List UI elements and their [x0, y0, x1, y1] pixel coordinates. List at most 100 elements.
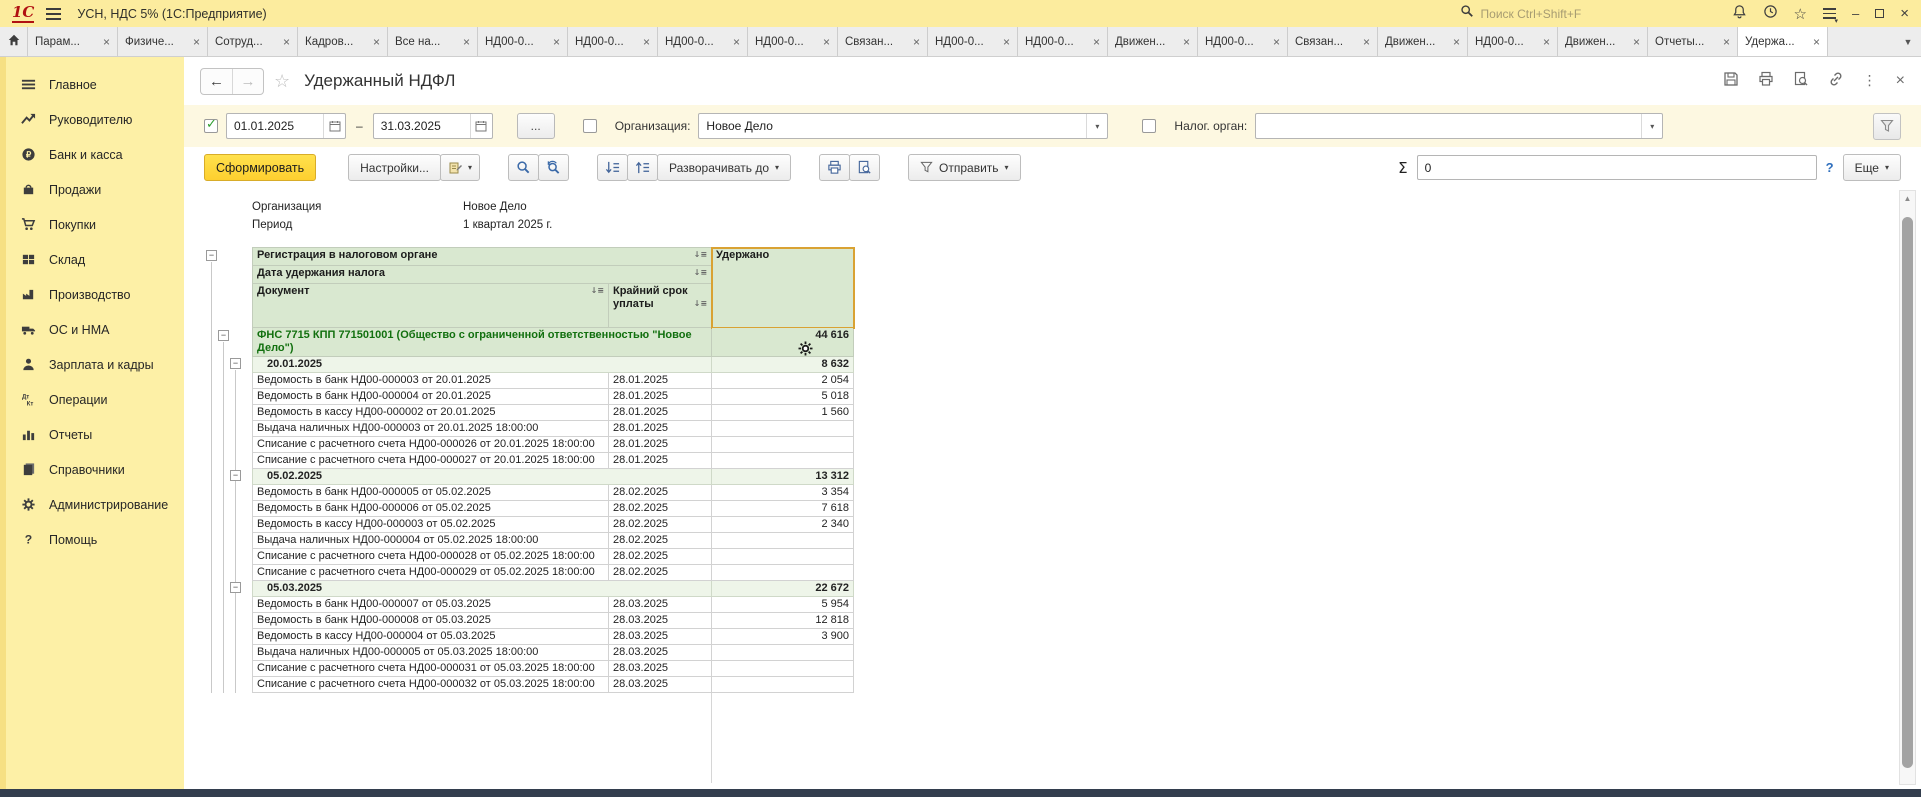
report-cell-deadline[interactable]: 28.01.2025	[609, 421, 712, 437]
tab-4[interactable]: Кадров...×	[298, 27, 388, 56]
report-cell-withheld[interactable]: 5 954	[712, 597, 854, 613]
document-row[interactable]: Ведомость в банк НД00-000004 от 20.01.20…	[253, 389, 854, 405]
tab-18[interactable]: Движен...×	[1558, 27, 1648, 56]
tab-2[interactable]: Физиче...×	[118, 27, 208, 56]
expand-report-header[interactable]: −	[206, 250, 217, 261]
expand-date-group[interactable]: −	[230, 582, 241, 593]
chevron-down-icon[interactable]: ▾	[1086, 114, 1107, 138]
document-row[interactable]: Списание с расчетного счета НД00-000026 …	[253, 437, 854, 453]
tab-9[interactable]: НД00-0...×	[748, 27, 838, 56]
minimize-icon[interactable]: –	[1852, 6, 1859, 21]
report-cell-deadline[interactable]: 28.03.2025	[609, 597, 712, 613]
report-cell-deadline[interactable]: 28.01.2025	[609, 389, 712, 405]
document-row[interactable]: Ведомость в банк НД00-000006 от 05.02.20…	[253, 501, 854, 517]
document-row[interactable]: Ведомость в банк НД00-000003 от 20.01.20…	[253, 373, 854, 389]
tax-office-checkbox[interactable]	[1142, 119, 1156, 133]
expand-tax-office-group[interactable]: −	[218, 330, 229, 341]
report-cell-withheld[interactable]: 3 354	[712, 485, 854, 501]
report-cell-withheld[interactable]: 2 054	[712, 373, 854, 389]
tab-close-icon[interactable]: ×	[1183, 35, 1190, 49]
sidebar-item-person[interactable]: Зарплата и кадры	[0, 347, 184, 382]
report-cell-withheld[interactable]	[712, 533, 854, 549]
sidebar-item-gear[interactable]: Администрирование	[0, 487, 184, 522]
report-cell-withheld[interactable]	[712, 453, 854, 469]
document-row[interactable]: Выдача наличных НД00-000003 от 20.01.202…	[253, 421, 854, 437]
tab-close-icon[interactable]: ×	[1633, 35, 1640, 49]
tab-6[interactable]: НД00-0...×	[478, 27, 568, 56]
document-row[interactable]: Списание с расчетного счета НД00-000029 …	[253, 565, 854, 581]
column-header-withheld-selected-cell[interactable]: Удержано	[712, 248, 854, 328]
tab-3[interactable]: Сотруд...×	[208, 27, 298, 56]
tab-close-icon[interactable]: ×	[1453, 35, 1460, 49]
chevron-down-icon[interactable]: ▾	[1641, 114, 1662, 138]
help-icon[interactable]: ?	[1826, 160, 1834, 175]
tab-close-icon[interactable]: ×	[643, 35, 650, 49]
sidebar-item-warehouse[interactable]: Склад	[0, 242, 184, 277]
period-checkbox[interactable]	[204, 119, 218, 133]
more-actions-icon[interactable]: ⋮	[1863, 73, 1877, 89]
report-cell-document[interactable]: Выдача наличных НД00-000004 от 05.02.202…	[253, 533, 609, 549]
tax-office-group-row[interactable]: ФНС 7715 КПП 771501001 (Общество с огран…	[253, 328, 854, 357]
report-cell-deadline[interactable]: 28.01.2025	[609, 453, 712, 469]
date-group-total[interactable]: 8 632	[712, 357, 854, 373]
get-link-icon[interactable]	[1828, 71, 1844, 92]
report-cell-document[interactable]: Списание с расчетного счета НД00-000031 …	[253, 661, 609, 677]
main-menu-icon[interactable]	[46, 8, 61, 20]
report-cell-document[interactable]: Ведомость в банк НД00-000007 от 05.03.20…	[253, 597, 609, 613]
tab-close-icon[interactable]: ×	[1093, 35, 1100, 49]
report-cell-document[interactable]: Ведомость в банк НД00-000008 от 05.03.20…	[253, 613, 609, 629]
date-group-row[interactable]: 05.02.202513 312	[253, 469, 854, 485]
close-form-icon[interactable]: ×	[1896, 72, 1905, 90]
tab-close-icon[interactable]: ×	[1543, 35, 1550, 49]
filters-button[interactable]	[1873, 113, 1901, 140]
report-cell-withheld[interactable]	[712, 661, 854, 677]
sidebar-item-menu[interactable]: Главное	[0, 67, 184, 102]
forward-button[interactable]: →	[232, 69, 263, 94]
sidebar-item-truck[interactable]: ОС и НМА	[0, 312, 184, 347]
tab-10[interactable]: Связан...×	[838, 27, 928, 56]
column-header-registration[interactable]: Регистрация в налоговом органе↓≡	[253, 248, 712, 266]
document-row[interactable]: Ведомость в кассу НД00-000003 от 05.02.2…	[253, 517, 854, 533]
tab-close-icon[interactable]: ×	[103, 35, 110, 49]
sidebar-item-help[interactable]: ?Помощь	[0, 522, 184, 557]
tab-5[interactable]: Все на...×	[388, 27, 478, 56]
sidebar-item-ruble[interactable]: ₽Банк и касса	[0, 137, 184, 172]
tab-close-icon[interactable]: ×	[193, 35, 200, 49]
favorites-star-icon[interactable]: ☆	[1794, 5, 1807, 23]
report-cell-deadline[interactable]: 28.02.2025	[609, 517, 712, 533]
print-preview-button[interactable]	[849, 154, 880, 181]
period-to-field[interactable]: 31.03.2025	[373, 113, 493, 139]
tax-office-group-label[interactable]: ФНС 7715 КПП 771501001 (Общество с огран…	[253, 328, 712, 357]
notifications-bell-icon[interactable]	[1732, 4, 1747, 24]
scroll-up-icon[interactable]: ▲	[1900, 194, 1915, 203]
column-header-deadline[interactable]: Крайний срок уплаты↓≡	[609, 284, 712, 328]
tab-close-icon[interactable]: ×	[283, 35, 290, 49]
tax-office-group-total[interactable]: 44 616	[712, 328, 854, 357]
tab-close-icon[interactable]: ×	[823, 35, 830, 49]
report-cell-deadline[interactable]: 28.03.2025	[609, 677, 712, 693]
tab-close-icon[interactable]: ×	[913, 35, 920, 49]
save-icon[interactable]	[1723, 71, 1739, 92]
report-cell-document[interactable]: Списание с расчетного счета НД00-000032 …	[253, 677, 609, 693]
tab-12[interactable]: НД00-0...×	[1018, 27, 1108, 56]
report-cell-deadline[interactable]: 28.01.2025	[609, 373, 712, 389]
report-cell-deadline[interactable]: 28.02.2025	[609, 549, 712, 565]
tab-1[interactable]: Парам...×	[28, 27, 118, 56]
sort-icon[interactable]: ↓≡	[694, 249, 707, 261]
report-cell-document[interactable]: Ведомость в банк НД00-000006 от 05.02.20…	[253, 501, 609, 517]
report-cell-withheld[interactable]	[712, 677, 854, 693]
report-cell-withheld[interactable]	[712, 549, 854, 565]
tab-close-icon[interactable]: ×	[1723, 35, 1730, 49]
restore-window-icon[interactable]	[1875, 9, 1884, 18]
print-button[interactable]	[819, 154, 850, 181]
tab-7[interactable]: НД00-0...×	[568, 27, 658, 56]
period-from-field[interactable]: 01.01.2025	[226, 113, 346, 139]
report-cell-withheld[interactable]: 7 618	[712, 501, 854, 517]
report-cell-document[interactable]: Выдача наличных НД00-000005 от 05.03.202…	[253, 645, 609, 661]
sort-icon[interactable]: ↓≡	[694, 298, 707, 310]
tab-close-icon[interactable]: ×	[463, 35, 470, 49]
document-row[interactable]: Ведомость в кассу НД00-000002 от 20.01.2…	[253, 405, 854, 421]
history-icon[interactable]	[1763, 4, 1778, 24]
organization-checkbox[interactable]	[583, 119, 597, 133]
report-cell-deadline[interactable]: 28.03.2025	[609, 661, 712, 677]
